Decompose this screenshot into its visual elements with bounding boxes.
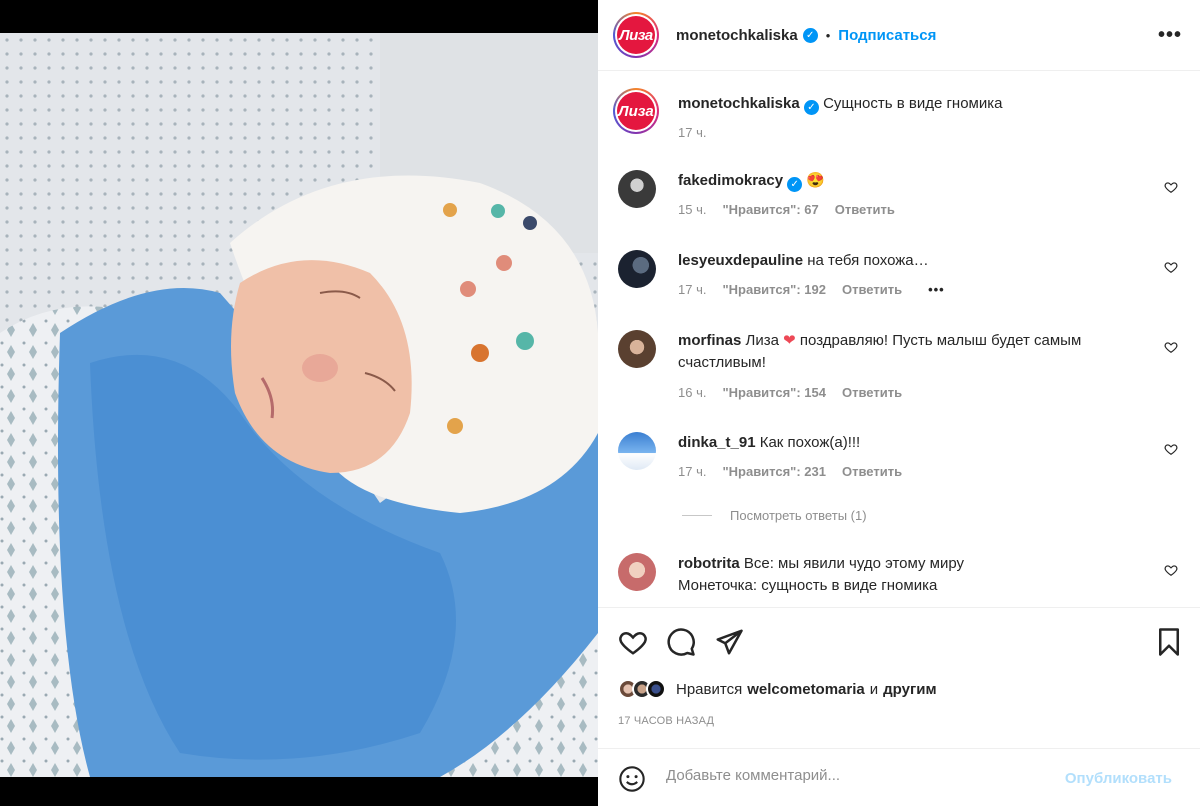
view-replies-label: Посмотреть ответы (1) <box>730 508 867 523</box>
caption-logo-text: Лиза <box>617 92 655 130</box>
comment-body: 😍 <box>806 172 826 189</box>
reply-button[interactable]: Ответить <box>842 282 902 297</box>
comment-meta: 16 ч. "Нравится": 154 Ответить <box>678 385 902 400</box>
post-photo-newborn[interactable] <box>0 33 598 777</box>
comment-item: lesyeuxdepauline на тебя похожа… 17 ч. "… <box>618 250 1178 310</box>
comment-text: morfinas Лиза ❤ поздравляю! Пусть малыш … <box>678 330 1138 374</box>
caption-avatar[interactable]: Лиза <box>613 88 659 134</box>
comment-icon[interactable] <box>666 627 696 657</box>
comment-username[interactable]: lesyeuxdepauline <box>678 252 803 269</box>
post-header: Лиза monetochkaliska ✓ • Подписаться ••• <box>598 0 1200 71</box>
comment-likes[interactable]: "Нравится": 231 <box>722 464 826 479</box>
verified-badge-icon: ✓ <box>802 27 818 43</box>
separator-dot: • <box>825 27 831 43</box>
verified-badge-icon: ✓ <box>787 177 803 192</box>
comment-username[interactable]: fakedimokracy <box>678 172 783 189</box>
comment-avatar[interactable] <box>618 432 656 470</box>
comment-text: dinka_t_91 Как похож(а)!!! <box>678 432 1138 454</box>
likes-user[interactable]: welcometomaria <box>747 681 865 698</box>
comment-item: dinka_t_91 Как похож(а)!!! 17 ч. "Нравит… <box>618 432 1178 532</box>
comments-list: Лиза monetochkaliska ✓ Сущность в виде г… <box>598 72 1200 607</box>
reply-button[interactable]: Ответить <box>842 385 902 400</box>
comment-body-part1: Лиза <box>745 332 779 349</box>
bookmark-icon[interactable] <box>1154 627 1184 657</box>
heart-outline-icon[interactable] <box>1164 260 1178 274</box>
comment-options-icon[interactable]: ••• <box>928 282 945 297</box>
share-icon[interactable] <box>714 627 744 657</box>
comment-likes[interactable]: "Нравится": 154 <box>722 385 826 400</box>
caption-meta: 17 ч. <box>678 125 706 140</box>
heart-outline-icon[interactable] <box>1164 340 1178 354</box>
view-replies-button[interactable]: Посмотреть ответы (1) <box>682 508 867 523</box>
caption-username[interactable]: monetochkaliska <box>678 95 800 112</box>
comment-meta: 17 ч. "Нравится": 231 Ответить <box>678 464 902 479</box>
caption-body: Сущность в виде гномика <box>823 95 1003 112</box>
comment-avatar[interactable] <box>618 330 656 368</box>
instagram-post-modal: Лиза monetochkaliska ✓ • Подписаться •••… <box>0 0 1200 806</box>
heart-outline-icon[interactable] <box>618 627 648 657</box>
author-username[interactable]: monetochkaliska <box>676 27 798 44</box>
red-heart-icon: ❤ <box>783 332 796 349</box>
likes-prefix: Нравится <box>676 680 743 698</box>
likes-summary: Нравится welcometomaria и другим <box>618 679 937 699</box>
comment-body: на тебя похожа… <box>807 252 929 269</box>
post-timestamp[interactable]: 17 ЧАСОВ НАЗАД <box>618 715 714 727</box>
comment-time[interactable]: 17 ч. <box>678 282 706 297</box>
likes-others[interactable]: другим <box>883 681 936 698</box>
likes-and: и <box>869 680 879 698</box>
comment-avatar[interactable] <box>618 170 656 208</box>
replies-divider <box>682 515 712 516</box>
comment-text: fakedimokracy ✓ 😍 <box>678 170 1138 192</box>
comment-text: lesyeuxdepauline на тебя похожа… <box>678 250 1138 272</box>
caption-text: monetochkaliska ✓ Сущность в виде гномик… <box>678 93 1138 115</box>
reply-button[interactable]: Ответить <box>842 464 902 479</box>
comment-meta: 17 ч. "Нравится": 192 Ответить ••• <box>678 282 945 297</box>
heart-outline-icon[interactable] <box>1164 563 1178 577</box>
comment-time[interactable]: 15 ч. <box>678 202 706 217</box>
liker-avatar[interactable] <box>646 679 666 699</box>
publish-button[interactable]: Опубликовать <box>1065 770 1172 787</box>
comment-username[interactable]: morfinas <box>678 332 741 349</box>
author-logo-text: Лиза <box>617 16 655 54</box>
comment-likes[interactable]: "Нравится": 67 <box>722 202 818 217</box>
reply-button[interactable]: Ответить <box>835 202 895 217</box>
comment-time[interactable]: 17 ч. <box>678 464 706 479</box>
comment-meta: 15 ч. "Нравится": 67 Ответить <box>678 202 895 217</box>
post-actions: Нравится welcometomaria и другим 17 ЧАСО… <box>598 607 1200 747</box>
follow-button[interactable]: Подписаться <box>838 27 936 44</box>
photo-illustration <box>0 33 598 777</box>
comment-avatar[interactable] <box>618 553 656 591</box>
heart-outline-icon[interactable] <box>1164 180 1178 194</box>
comment-item: fakedimokracy ✓ 😍 15 ч. "Нравится": 67 О… <box>618 170 1178 230</box>
comment-time[interactable]: 16 ч. <box>678 385 706 400</box>
emoji-icon[interactable] <box>618 765 646 793</box>
heart-outline-icon[interactable] <box>1164 442 1178 456</box>
comment-avatar[interactable] <box>618 250 656 288</box>
post-media-area <box>0 0 598 806</box>
post-side-panel: Лиза monetochkaliska ✓ • Подписаться •••… <box>598 0 1200 806</box>
comment-username[interactable]: dinka_t_91 <box>678 434 756 451</box>
comment-item: robotrita Все: мы явили чудо этому миру … <box>618 553 1178 607</box>
add-comment-bar: Опубликовать <box>598 748 1200 806</box>
caption-row: Лиза monetochkaliska ✓ Сущность в виде г… <box>613 88 1178 158</box>
verified-badge-icon: ✓ <box>803 100 819 115</box>
comment-item: morfinas Лиза ❤ поздравляю! Пусть малыш … <box>618 330 1178 410</box>
comment-body: Как похож(а)!!! <box>759 434 861 451</box>
comment-likes[interactable]: "Нравится": 192 <box>722 282 826 297</box>
more-icon[interactable]: ••• <box>1158 24 1182 47</box>
comment-body-part1: Все: мы явили чудо этому миру <box>743 555 965 572</box>
comment-body-part2: Монеточка: сущность в виде гномика <box>678 577 938 594</box>
author-avatar[interactable]: Лиза <box>613 12 659 58</box>
comment-input[interactable] <box>666 767 1026 784</box>
comment-username[interactable]: robotrita <box>678 555 740 572</box>
comment-text: robotrita Все: мы явили чудо этому миру … <box>678 553 1138 597</box>
caption-time[interactable]: 17 ч. <box>678 125 706 140</box>
